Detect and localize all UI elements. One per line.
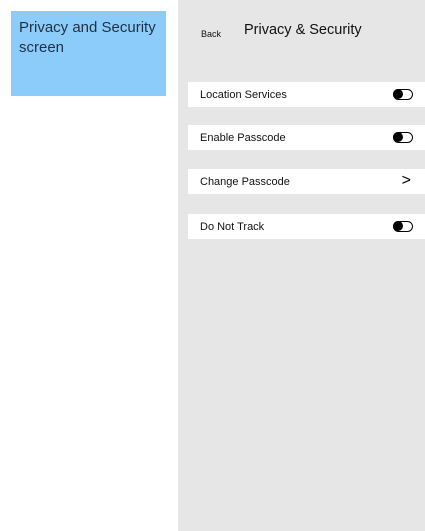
location-services-label: Location Services: [200, 88, 287, 101]
do-not-track-toggle[interactable]: [393, 221, 413, 232]
change-passcode-row[interactable]: Change Passcode >: [188, 169, 425, 194]
toggle-knob: [393, 132, 403, 142]
back-button[interactable]: Back: [201, 29, 221, 39]
change-passcode-label: Change Passcode: [200, 175, 290, 188]
do-not-track-label: Do Not Track: [200, 220, 265, 233]
toggle-knob: [393, 89, 403, 99]
toggle-knob: [393, 221, 403, 231]
header: Back Privacy & Security: [178, 0, 425, 60]
location-services-toggle[interactable]: [393, 89, 413, 100]
enable-passcode-label: Enable Passcode: [200, 131, 286, 144]
enable-passcode-row[interactable]: Enable Passcode: [188, 125, 425, 150]
location-services-row[interactable]: Location Services: [188, 82, 425, 107]
privacy-security-screen: Back Privacy & Security Location Service…: [178, 0, 425, 531]
do-not-track-row[interactable]: Do Not Track: [188, 214, 425, 239]
page-title: Privacy & Security: [244, 22, 362, 38]
chevron-right-icon: >: [401, 172, 411, 189]
annotation-text: Privacy and Security screen: [19, 19, 156, 56]
annotation-note: Privacy and Security screen: [11, 11, 166, 96]
enable-passcode-toggle[interactable]: [393, 132, 413, 143]
